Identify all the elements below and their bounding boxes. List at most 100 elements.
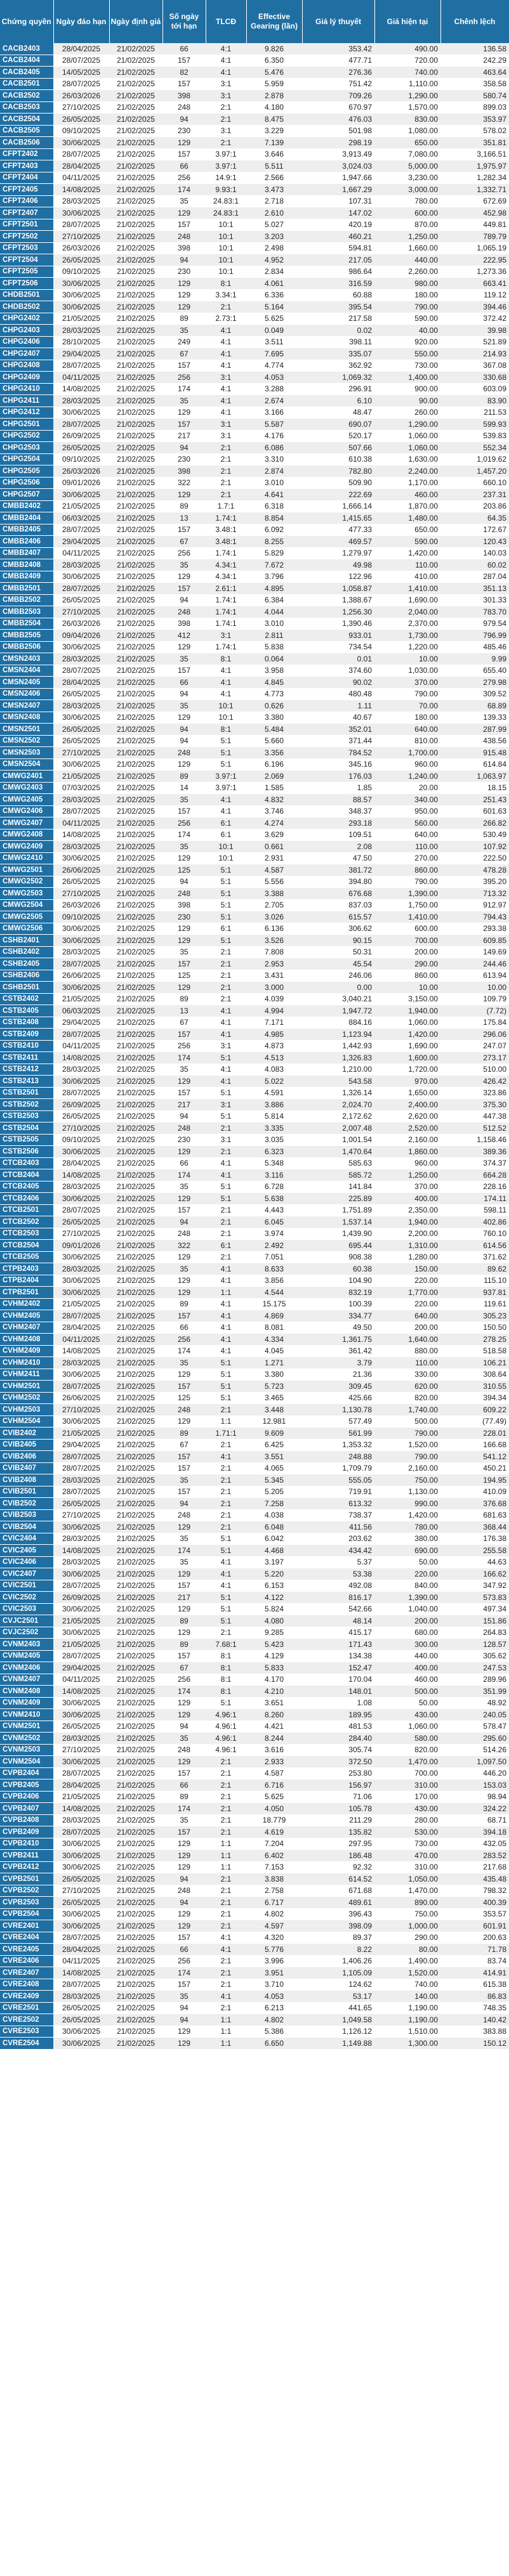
table-cell: 256 bbox=[162, 1333, 206, 1346]
table-cell: 3.996 bbox=[246, 1955, 302, 1967]
table-cell: 477.33 bbox=[302, 524, 374, 536]
table-cell: 830.00 bbox=[374, 113, 440, 126]
table-cell: 3.97:1 bbox=[206, 148, 246, 160]
table-cell: 28/07/2025 bbox=[53, 360, 109, 372]
table-cell: 4.061 bbox=[246, 277, 302, 290]
warrant-code-cell: CVIC2404 bbox=[0, 1533, 53, 1545]
table-cell: 1,650.00 bbox=[374, 1087, 440, 1099]
table-cell: 351.99 bbox=[440, 1685, 509, 1698]
table-cell: 284.40 bbox=[302, 1732, 374, 1745]
table-cell: 251.43 bbox=[440, 793, 509, 806]
table-cell: 3.629 bbox=[246, 829, 302, 841]
table-cell: 7.051 bbox=[246, 1251, 302, 1263]
table-cell: 7.139 bbox=[246, 136, 302, 149]
table-cell: 30/06/2025 bbox=[53, 2026, 109, 2038]
table-cell: 21/02/2025 bbox=[109, 148, 162, 160]
table-cell: 14/08/2025 bbox=[53, 383, 109, 395]
table-row: CVIB2502 26/05/2025 21/02/2025 94 2:1 7.258 61… bbox=[0, 1497, 509, 1510]
table-cell: 203.86 bbox=[440, 500, 509, 512]
table-cell: 1,097.50 bbox=[440, 1755, 509, 1768]
table-cell: 4:1 bbox=[206, 1345, 246, 1357]
table-row: CMWG2406 28/07/2025 21/02/2025 157 4:1 3.746 3… bbox=[0, 805, 509, 817]
table-row: CVHM2402 21/05/2025 21/02/2025 89 4:1 15.175 1… bbox=[0, 1298, 509, 1310]
table-cell: 35 bbox=[162, 1732, 206, 1745]
warrant-code-cell: CHPG2505 bbox=[0, 465, 53, 478]
table-cell: 2:1 bbox=[206, 1755, 246, 1768]
table-cell: 89 bbox=[162, 1298, 206, 1310]
table-cell: 5:1 bbox=[206, 911, 246, 923]
table-cell: 296.06 bbox=[440, 1028, 509, 1041]
table-cell: 10:1 bbox=[206, 254, 246, 266]
table-cell: 550.00 bbox=[374, 348, 440, 360]
table-cell: 2.758 bbox=[246, 1885, 302, 1897]
table-cell: 248.88 bbox=[302, 1450, 374, 1463]
table-cell: 115.10 bbox=[440, 1275, 509, 1287]
table-cell: 394.34 bbox=[440, 1392, 509, 1404]
table-cell: 170.04 bbox=[302, 1674, 374, 1686]
table-cell: 21/05/2025 bbox=[53, 1298, 109, 1310]
table-cell: 870.00 bbox=[374, 219, 440, 231]
table-row: CHPG2412 30/06/2025 21/02/2025 129 4:1 3.166 4… bbox=[0, 407, 509, 419]
table-cell: 21/02/2025 bbox=[109, 911, 162, 923]
warrant-code-cell: CMWG2406 bbox=[0, 805, 53, 817]
table-cell: 129 bbox=[162, 2026, 206, 2038]
table-cell: 27/10/2025 bbox=[53, 1744, 109, 1756]
table-cell: 21/02/2025 bbox=[109, 360, 162, 372]
warrant-code-cell: CHPG2411 bbox=[0, 394, 53, 407]
table-cell: 1,332.71 bbox=[440, 183, 509, 196]
table-cell: 10.00 bbox=[374, 981, 440, 994]
table-cell: 30/06/2025 bbox=[53, 207, 109, 219]
table-cell: 21/02/2025 bbox=[109, 1521, 162, 1533]
table-cell: 141.84 bbox=[302, 1181, 374, 1193]
table-cell: 297.95 bbox=[302, 1838, 374, 1850]
table-cell: 129 bbox=[162, 1415, 206, 1428]
table-row: CVRE2404 28/07/2025 21/02/2025 157 4:1 4.320 8… bbox=[0, 1932, 509, 1944]
table-cell: 290.00 bbox=[374, 958, 440, 970]
table-cell: 04/11/2025 bbox=[53, 172, 109, 184]
table-cell: 4.053 bbox=[246, 1990, 302, 2003]
table-cell: 129 bbox=[162, 1697, 206, 1709]
table-cell: 577.49 bbox=[302, 1415, 374, 1428]
table-cell: 4.873 bbox=[246, 1040, 302, 1052]
table-cell: 4.045 bbox=[246, 1345, 302, 1357]
table-cell: 1,060.00 bbox=[374, 430, 440, 442]
table-cell: 3.035 bbox=[246, 1134, 302, 1146]
warrant-code-cell: CHPG2506 bbox=[0, 477, 53, 489]
table-cell: 3.526 bbox=[246, 934, 302, 947]
table-cell: 0.626 bbox=[246, 699, 302, 712]
table-cell: 172.67 bbox=[440, 524, 509, 536]
table-cell: 125 bbox=[162, 864, 206, 876]
table-cell: 21/02/2025 bbox=[109, 1216, 162, 1228]
table-cell: 322 bbox=[162, 1239, 206, 1252]
table-cell: 107.31 bbox=[302, 195, 374, 207]
table-cell: 04/11/2025 bbox=[53, 817, 109, 829]
table-cell: 449.81 bbox=[440, 219, 509, 231]
table-cell: 129 bbox=[162, 207, 206, 219]
table-cell: 04/11/2025 bbox=[53, 1955, 109, 1967]
table-cell: 21/02/2025 bbox=[109, 1685, 162, 1698]
table-cell: 3:1 bbox=[206, 78, 246, 90]
table-cell: 2,160.00 bbox=[374, 1462, 440, 1474]
table-cell: 3.838 bbox=[246, 1873, 302, 1885]
table-cell: 129 bbox=[162, 289, 206, 301]
table-cell: 9.609 bbox=[246, 1427, 302, 1440]
table-cell: 2:1 bbox=[206, 1814, 246, 1826]
table-cell: 67 bbox=[162, 1017, 206, 1029]
warrant-code-cell: CHPG2407 bbox=[0, 348, 53, 360]
warrant-code-cell: CTCB2504 bbox=[0, 1239, 53, 1252]
table-cell: 26/05/2025 bbox=[53, 723, 109, 736]
table-row: CMWG2407 04/11/2025 21/02/2025 256 6:1 4.274 2… bbox=[0, 817, 509, 829]
table-cell: 26/06/2025 bbox=[53, 864, 109, 876]
table-cell: 414.91 bbox=[440, 1967, 509, 1979]
table-cell: 4:1 bbox=[206, 1932, 246, 1944]
table-cell: 2:1 bbox=[206, 981, 246, 994]
table-cell: 1,860.00 bbox=[374, 1145, 440, 1158]
warrant-code-cell: CVIC2502 bbox=[0, 1591, 53, 1604]
table-cell: 21/02/2025 bbox=[109, 89, 162, 102]
table-cell: 174 bbox=[162, 1544, 206, 1557]
table-cell: 4.210 bbox=[246, 1685, 302, 1698]
table-row: CACB2502 26/03/2026 21/02/2025 398 3:1 2.878 7… bbox=[0, 89, 509, 102]
warrant-code-cell: CFPT2405 bbox=[0, 183, 53, 196]
table-cell: 30/06/2025 bbox=[53, 1251, 109, 1263]
table-cell: 920.00 bbox=[374, 336, 440, 348]
